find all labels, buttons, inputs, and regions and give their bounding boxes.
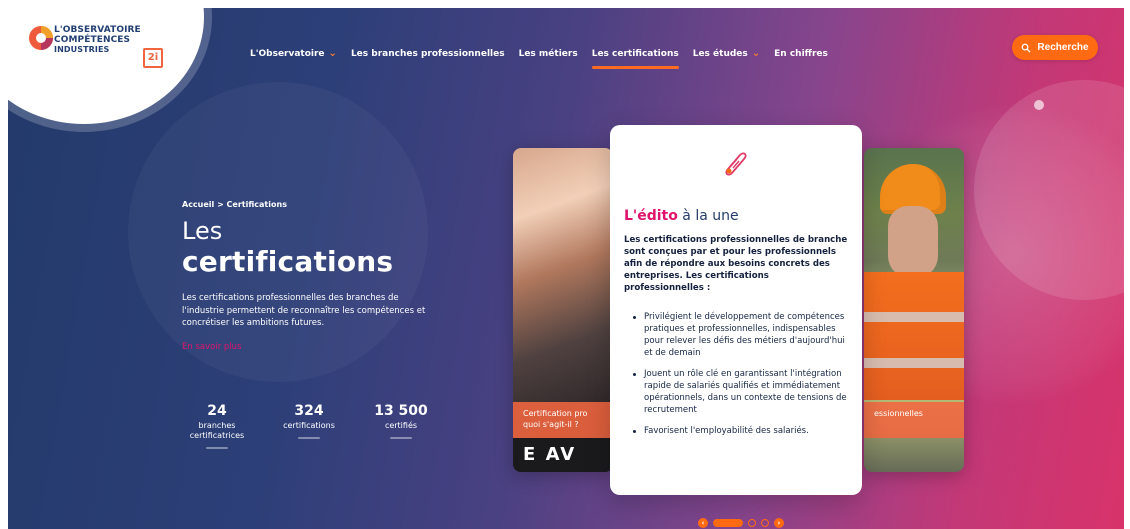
stat-divider [298,437,320,439]
chevron-left-icon[interactable]: ‹ [698,518,708,528]
stat-certifications: 324 certifications [274,403,344,449]
edito-heading: L'édito à la une [624,207,739,225]
nav-label: Les certifications [591,49,679,59]
edito-lead: Les certifications professionnelles de b… [624,235,848,293]
nav-item-etudes[interactable]: Les études ⌄ [693,46,760,62]
decorative-dot [1034,100,1044,110]
stat-branches: 24 branches certificatrices [182,403,252,449]
edito-bullets: Privilégient le développement de compéte… [630,311,853,446]
worker-vest [864,272,964,400]
scroll-certificate-icon [725,152,747,176]
nav-label: Les métiers [518,49,578,59]
chevron-down-icon: ⌄ [751,48,761,59]
hero-intro-text: Les certifications professionnelles des … [182,293,426,328]
chevron-down-icon: ⌄ [328,48,337,59]
hero-section: L'OBSERVATOIRE COMPÉTENCES INDUSTRIES 2i… [8,8,1124,529]
search-button[interactable]: Recherche [1012,35,1098,60]
stat-value: 13 500 [374,403,428,419]
carousel-controls: ‹ › [698,518,784,528]
nav-item-en-chiffres[interactable]: En chiffres [774,46,828,62]
vest-stripe [864,358,964,368]
stat-divider [206,447,228,449]
edito-bullet-item: Jouent un rôle clé en garantissant l'int… [630,368,853,416]
card-bottom-text: E AV [523,444,577,465]
edito-heading-accent: L'édito [624,208,678,224]
logo-line-3: INDUSTRIES [54,45,110,54]
carousel-indicator[interactable] [748,519,756,527]
nav-label: Les études [692,49,748,59]
nav-item-branches[interactable]: Les branches professionnelles [351,46,505,62]
logo-line-2: COMPÉTENCES [54,35,131,45]
learn-more-link[interactable]: En savoir plus [182,342,241,352]
nav-item-metiers[interactable]: Les métiers [519,46,578,62]
page-title-line-2: certifications [182,245,394,278]
stat-label: certifiés [384,421,418,430]
card-banner-right: essionnelles [864,402,964,438]
worker-face [888,206,938,278]
logo-text: L'OBSERVATOIRE COMPÉTENCES INDUSTRIES [54,25,141,55]
stat-value: 24 [207,403,227,419]
vest-stripe [864,312,964,322]
search-label: Recherche [1037,42,1089,53]
nav-label: Les branches professionnelles [350,49,505,59]
nav-label: L'Observatoire [250,49,325,59]
stat-label: branches certificatrices [189,421,245,440]
stat-certifies: 13 500 certifiés [366,403,436,449]
logo-mark-icon [29,26,53,50]
stat-divider [390,437,412,439]
page-title-line-1: Les [182,217,223,245]
nav-item-certifications[interactable]: Les certifications [591,46,679,69]
nav-item-observatoire[interactable]: L'Observatoire ⌄ [250,46,337,62]
decorative-circle-left [128,82,428,382]
stat-value: 324 [294,403,324,419]
logo-2i-mark: 2i [143,48,163,68]
carousel-indicator[interactable] [761,519,769,527]
active-nav-underline [591,66,679,69]
nav-label: En chiffres [774,49,828,59]
page: L'OBSERVATOIRE COMPÉTENCES INDUSTRIES 2i… [0,0,1130,529]
breadcrumb[interactable]: Accueil > Certifications [182,200,287,209]
edito-bullet-item: Privilégient le développement de compéte… [630,311,853,359]
edito-heading-rest: à la une [677,208,739,224]
site-logo[interactable]: L'OBSERVATOIRE COMPÉTENCES INDUSTRIES 2i [26,18,176,78]
logo-line-1: L'OBSERVATOIRE [54,25,141,35]
edito-bullet-item: Favorisent l'employabilité des salariés. [630,425,853,437]
main-navigation: L'Observatoire ⌄ Les branches profession… [250,46,828,69]
carousel-card-left[interactable]: Certification pro quoi s'agit-il ? E AV [513,148,613,472]
chevron-right-icon[interactable]: › [774,518,784,528]
carousel-active-indicator[interactable] [713,519,743,527]
stats-row: 24 branches certificatrices 324 certific… [182,403,436,449]
carousel-card-right[interactable]: essionnelles [864,148,964,472]
search-icon [1022,43,1031,52]
card-bottom-strip-left: E AV [513,438,613,472]
card-banner-left: Certification pro quoi s'agit-il ? [513,402,613,438]
stat-label: certifications [283,421,335,430]
edito-card[interactable]: L'édito à la une Les certifications prof… [610,125,862,495]
